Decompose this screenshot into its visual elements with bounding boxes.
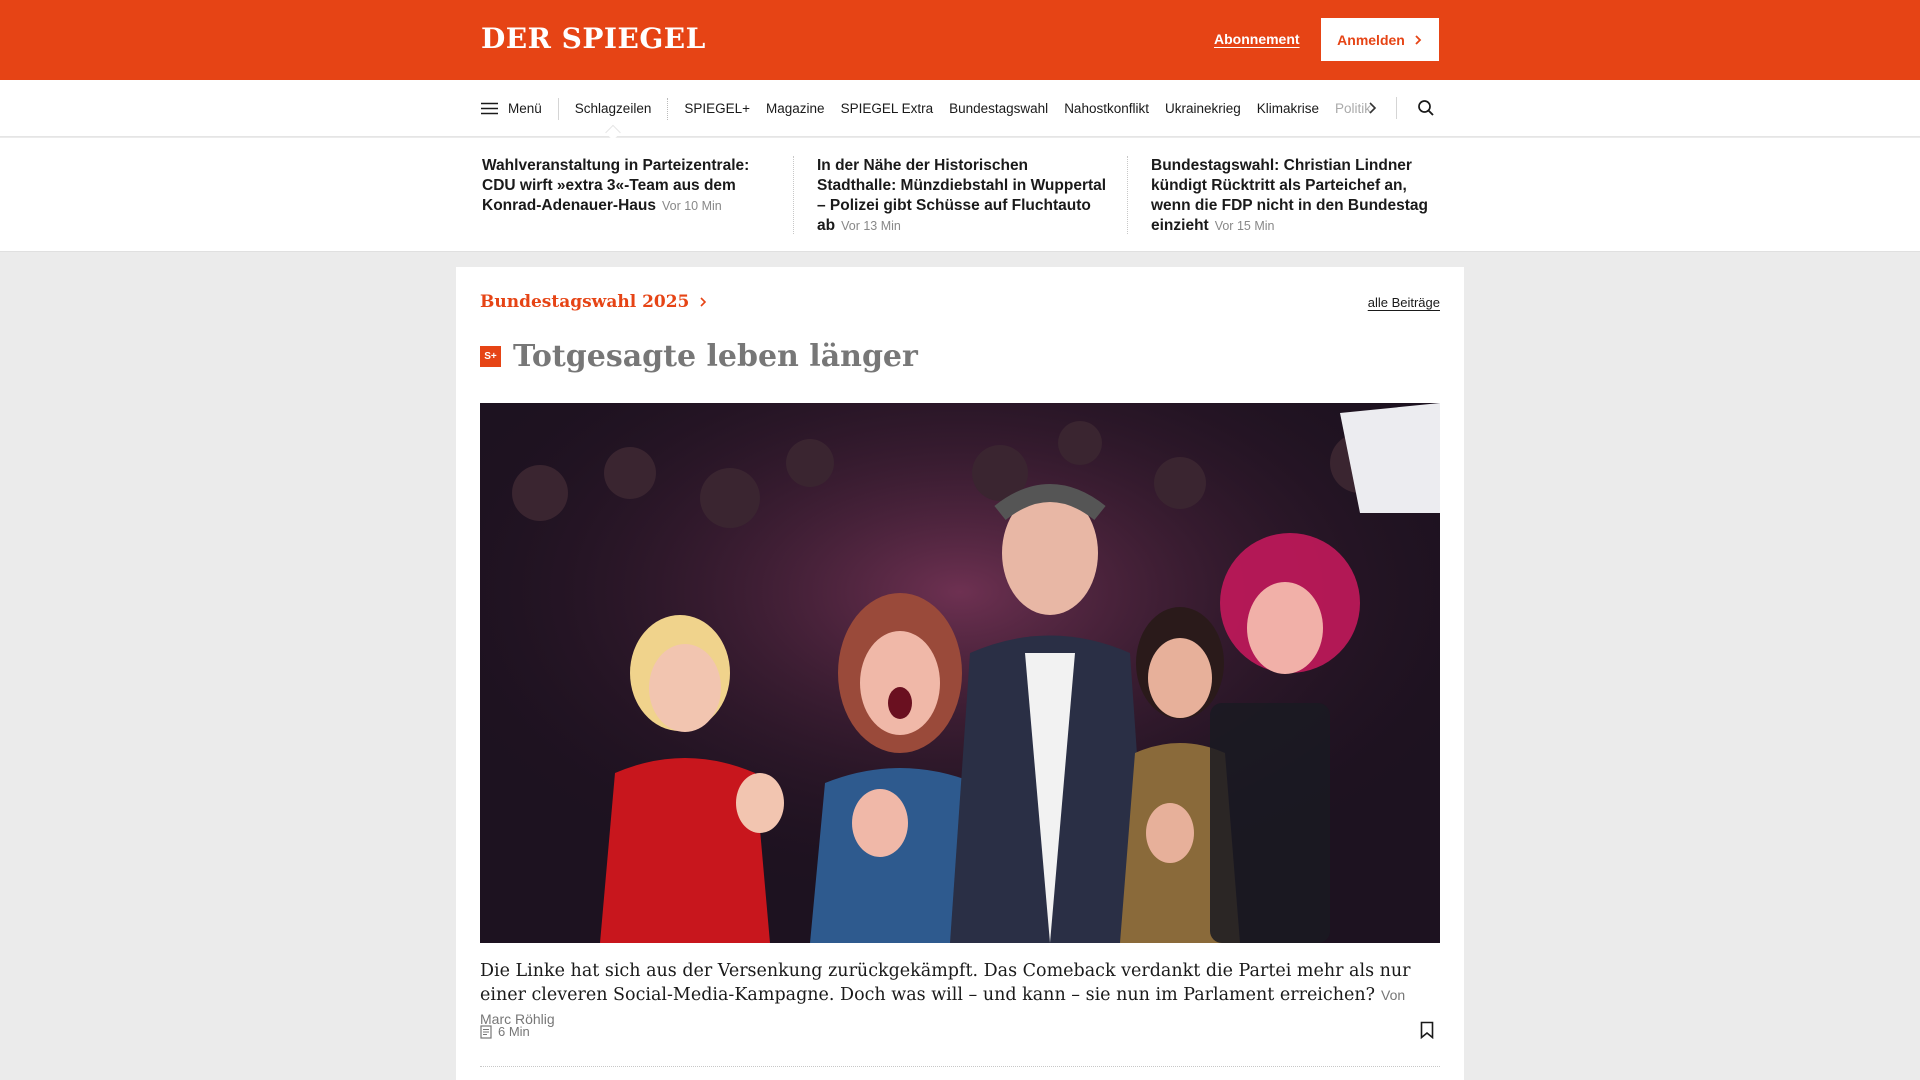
article-image[interactable] (480, 403, 1440, 943)
nav-item-nahostkonflikt[interactable]: Nahostkonflikt (1064, 101, 1149, 116)
bookmark-icon[interactable] (1420, 1021, 1434, 1039)
headline-item[interactable]: Bundestagswahl: Christian Lindner kündig… (1151, 156, 1441, 236)
nav-item-bundestagswahl[interactable]: Bundestagswahl (949, 101, 1048, 116)
article-headline: Totgesagte leben länger (513, 339, 918, 374)
hamburger-icon (481, 102, 498, 115)
section-card: Bundestagswahl 2025 alle Beiträge S+ Tot… (456, 267, 1464, 1080)
nav-scroll-right-icon[interactable] (1366, 100, 1378, 116)
all-articles-link[interactable]: alle Beiträge (1368, 295, 1440, 310)
divider (480, 1066, 1440, 1067)
headline-divider (793, 156, 794, 234)
nav-item-spiegel-extra[interactable]: SPIEGEL Extra (841, 101, 934, 116)
nav-item-spiegel-plus[interactable]: SPIEGEL+ (684, 101, 750, 116)
menu-label: Menü (508, 101, 542, 116)
nav-item-schlagzeilen[interactable]: Schlagzeilen (575, 101, 652, 116)
article-icon (480, 1024, 492, 1039)
nav-divider (1396, 97, 1397, 119)
nav-divider (557, 97, 559, 120)
headline-time: Vor 15 Min (1214, 219, 1275, 233)
section-title: Bundestagswahl 2025 (480, 292, 690, 312)
menu-button[interactable]: Menü (481, 101, 542, 116)
nav-item-ukrainekrieg[interactable]: Ukrainekrieg (1165, 101, 1241, 116)
nav-item-magazine[interactable]: Magazine (766, 101, 825, 116)
headline-item[interactable]: Wahlveranstaltung in Parteizentrale: CDU… (482, 156, 772, 216)
top-bar: DER SPIEGEL Abonnement Anmelden (0, 0, 1920, 80)
headline-time: Vor 10 Min (661, 199, 722, 213)
headline-divider (1127, 156, 1128, 234)
search-icon[interactable] (1417, 99, 1435, 117)
main-nav: Menü Schlagzeilen SPIEGEL+ Magazine SPIE… (0, 80, 1920, 137)
chevron-right-icon (700, 297, 707, 307)
headline-text: Bundestagswahl: Christian Lindner kündig… (1151, 157, 1429, 234)
site-logo[interactable]: DER SPIEGEL (481, 22, 706, 55)
reading-time: 6 Min (480, 1024, 530, 1039)
article-title[interactable]: S+ Totgesagte leben länger (480, 339, 918, 374)
headline-ticker: Wahlveranstaltung in Parteizentrale: CDU… (0, 138, 1920, 252)
section-kicker[interactable]: Bundestagswahl 2025 (480, 292, 707, 312)
crowd-photo (480, 403, 1440, 943)
headline-time: Vor 13 Min (841, 219, 901, 233)
nav-item-klimakrise[interactable]: Klimakrise (1257, 101, 1319, 116)
subscription-link[interactable]: Abonnement (1214, 31, 1300, 47)
reading-time-label: 6 Min (498, 1024, 530, 1039)
teaser-text: Die Linke hat sich aus der Versenkung zu… (480, 961, 1411, 1005)
article-teaser[interactable]: Die Linke hat sich aus der Versenkung zu… (480, 959, 1440, 1031)
headline-item[interactable]: In der Nähe der Historischen Stadthalle:… (817, 156, 1107, 236)
nav-divider (667, 97, 669, 120)
chevron-right-icon (1415, 34, 1422, 45)
login-button[interactable]: Anmelden (1321, 18, 1439, 61)
spiegel-plus-badge: S+ (480, 346, 501, 367)
login-label: Anmelden (1337, 31, 1405, 48)
